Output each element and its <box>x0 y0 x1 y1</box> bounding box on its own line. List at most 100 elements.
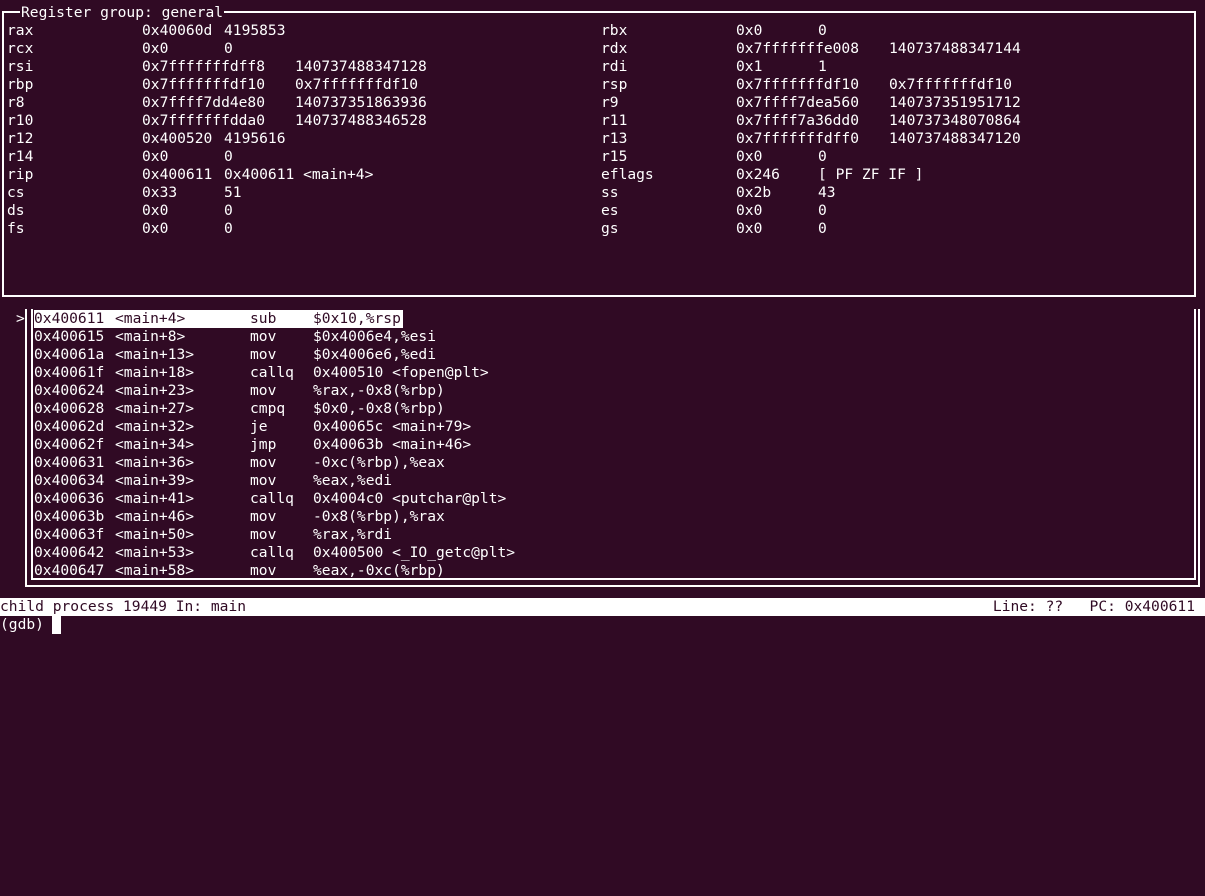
register-hex: 0x7ffff7a36dd0 <box>736 112 860 129</box>
register-panel-title: Register group: general <box>20 4 225 22</box>
register-name: rdi <box>601 58 628 75</box>
asm-args: 0x40063b <main+46> <box>313 436 472 453</box>
asm-sym: <main+53> <box>115 544 195 561</box>
register-dec: 1 <box>818 58 827 75</box>
register-dec: 0x400611 <main+4> <box>224 166 374 183</box>
asm-sym: <main+50> <box>115 526 195 543</box>
register-dec: 0x7fffffffdf10 <box>295 76 419 93</box>
asm-op: callq <box>250 544 294 561</box>
asm-args: 0x4004c0 <putchar@plt> <box>313 490 507 507</box>
asm-op: mov <box>250 472 277 489</box>
register-dec: [ PF ZF IF ] <box>818 166 924 183</box>
register-dec: 140737348070864 <box>889 112 1021 129</box>
register-hex: 0x7ffff7dea560 <box>736 94 860 111</box>
register-name: r12 <box>7 130 34 147</box>
register-dec: 0 <box>818 202 827 219</box>
register-name: rbx <box>601 22 628 39</box>
register-name: ds <box>7 202 25 219</box>
register-dec: 140737488346528 <box>295 112 427 129</box>
asm-addr: 0x400615 <box>34 328 105 345</box>
asm-addr: 0x40063f <box>34 526 105 543</box>
register-hex: 0x7fffffffdf10 <box>736 76 860 93</box>
register-name: rax <box>7 22 34 39</box>
asm-args: 0x400500 <_IO_getc@plt> <box>313 544 516 561</box>
register-hex: 0x7ffff7dd4e80 <box>142 94 266 111</box>
asm-addr: 0x400631 <box>34 454 105 471</box>
asm-op: mov <box>250 328 277 345</box>
register-dec: 140737488347120 <box>889 130 1021 147</box>
asm-op: mov <box>250 454 277 471</box>
asm-args: %rax,%rdi <box>313 526 393 543</box>
asm-op: callq <box>250 490 294 507</box>
register-dec: 0 <box>224 202 233 219</box>
asm-sym: <main+46> <box>115 508 195 525</box>
asm-args: $0x10,%rsp <box>313 310 401 327</box>
register-hex: 0x0 <box>736 220 763 237</box>
register-name: r8 <box>7 94 25 111</box>
register-hex: 0x0 <box>142 220 169 237</box>
register-hex: 0x246 <box>736 166 780 183</box>
register-name: rcx <box>7 40 34 57</box>
register-name: r10 <box>7 112 34 129</box>
asm-sym: <main+18> <box>115 364 195 381</box>
asm-sym: <main+23> <box>115 382 195 399</box>
register-hex: 0x7fffffffdff8 <box>142 58 266 75</box>
register-name: cs <box>7 184 25 201</box>
asm-sym: <main+36> <box>115 454 195 471</box>
asm-addr: 0x400634 <box>34 472 105 489</box>
status-process: child process 19449 In: main <box>0 598 247 615</box>
register-name: r14 <box>7 148 34 165</box>
register-hex: 0x2b <box>736 184 772 201</box>
asm-args: %eax,-0xc(%rbp) <box>313 562 445 579</box>
register-name: ss <box>601 184 619 201</box>
asm-op: sub <box>250 310 277 327</box>
register-name: gs <box>601 220 619 237</box>
asm-addr: 0x40062d <box>34 418 105 435</box>
asm-sym: <main+13> <box>115 346 195 363</box>
register-dec: 140737488347144 <box>889 40 1021 57</box>
register-name: r15 <box>601 148 628 165</box>
asm-op: mov <box>250 562 277 579</box>
register-hex: 0x1 <box>736 58 763 75</box>
register-dec: 4195853 <box>224 22 286 39</box>
register-hex: 0x40060d <box>142 22 213 39</box>
asm-addr: 0x400642 <box>34 544 105 561</box>
asm-addr: 0x400647 <box>34 562 105 579</box>
asm-args: $0x0,-0x8(%rbp) <box>313 400 445 417</box>
asm-addr: 0x400624 <box>34 382 105 399</box>
asm-row-current[interactable]: 0x400611 <main+4> sub $0x10,%rsp <box>34 310 403 328</box>
register-dec: 0 <box>224 148 233 165</box>
register-hex: 0x0 <box>736 202 763 219</box>
status-line-pc: Line: ?? PC: 0x400611 <box>992 598 1195 615</box>
asm-sym: <main+58> <box>115 562 195 579</box>
register-dec: 0 <box>818 220 827 237</box>
register-hex: 0x7fffffffdf10 <box>142 76 266 93</box>
asm-sym: <main+8> <box>115 328 186 345</box>
register-dec: 43 <box>818 184 836 201</box>
register-name: rsp <box>601 76 628 93</box>
register-name: es <box>601 202 619 219</box>
asm-op: mov <box>250 382 277 399</box>
register-name: eflags <box>601 166 654 183</box>
status-bar: child process 19449 In: main Line: ?? PC… <box>0 598 1205 616</box>
asm-op: mov <box>250 508 277 525</box>
asm-args: -0xc(%rbp),%eax <box>313 454 445 471</box>
register-name: r13 <box>601 130 628 147</box>
asm-args: -0x8(%rbp),%rax <box>313 508 445 525</box>
register-dec: 0 <box>818 148 827 165</box>
register-hex: 0x7fffffffdda0 <box>142 112 266 129</box>
register-name: fs <box>7 220 25 237</box>
asm-args: %eax,%edi <box>313 472 393 489</box>
asm-addr: 0x40061a <box>34 346 105 363</box>
asm-sym: <main+39> <box>115 472 195 489</box>
command-input-cursor[interactable] <box>52 616 61 634</box>
register-dec: 4195616 <box>224 130 286 147</box>
register-dec: 0 <box>224 220 233 237</box>
asm-addr: 0x400636 <box>34 490 105 507</box>
register-dec: 51 <box>224 184 242 201</box>
asm-sym: <main+32> <box>115 418 195 435</box>
register-hex: 0x0 <box>736 22 763 39</box>
register-name: r11 <box>601 112 628 129</box>
gdb-prompt: (gdb) <box>0 616 53 633</box>
disassembly-frame <box>31 309 1196 580</box>
